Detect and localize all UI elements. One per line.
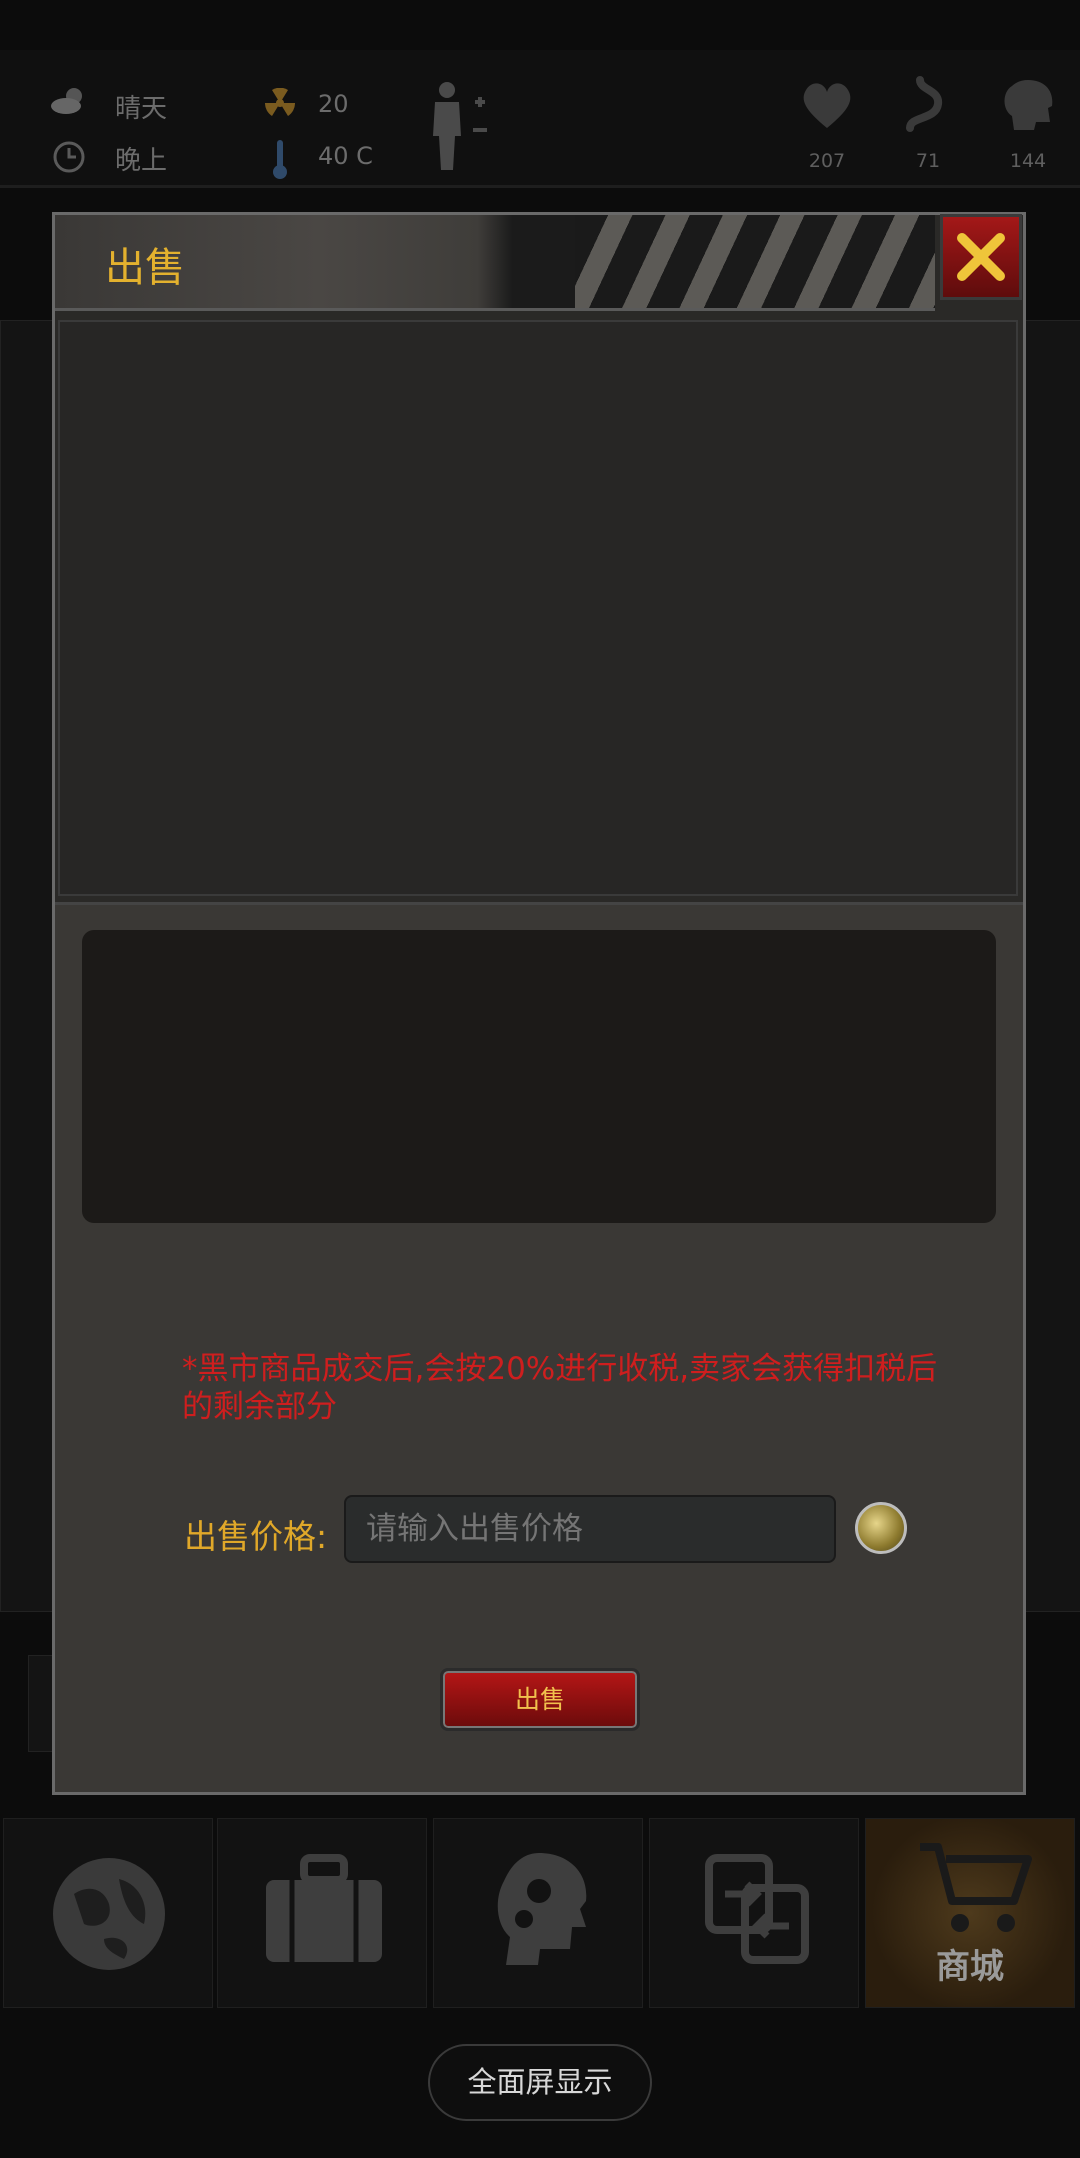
health-value: 207: [808, 150, 846, 172]
nav-shop-label: 商城: [936, 1947, 1004, 1987]
radiation-icon: [265, 88, 295, 116]
temperature-value: 40 C: [318, 142, 373, 170]
nav-world-map[interactable]: [3, 1818, 213, 2008]
close-x-icon: [957, 233, 1005, 281]
hazard-stripes: [575, 215, 935, 308]
nav-trade[interactable]: [649, 1818, 859, 2008]
status-bar: 晴天 晚上 20 40 C 207 71 144: [0, 50, 1080, 188]
shopping-cart-icon: [920, 1843, 1032, 1932]
fullscreen-button[interactable]: 全面屏显示: [428, 2044, 652, 2121]
body-status-icon[interactable]: [425, 80, 495, 175]
nav-inventory[interactable]: [217, 1818, 427, 2008]
radiation-value: 20: [318, 90, 349, 118]
trade-swap-icon: [705, 1854, 809, 1964]
suitcase-icon: [266, 1854, 382, 1962]
nav-skills[interactable]: [433, 1818, 643, 2008]
head-gears-icon: [497, 1853, 587, 1965]
stomach-icon: [906, 76, 943, 132]
mind-value: 144: [1009, 150, 1047, 172]
hunger-value: 71: [915, 150, 941, 172]
price-label: 出售价格:: [184, 1517, 328, 1556]
tax-notice: *黑市商品成交后,会按20%进行收税,卖家会获得扣税后的剩余部分: [182, 1351, 938, 1425]
dialog-title: 出售: [105, 245, 185, 291]
sell-button[interactable]: 出售: [440, 1668, 640, 1731]
time-label: 晚上: [115, 146, 168, 176]
dialog-title-bar: 出售: [55, 215, 935, 311]
thermometer-icon: [273, 140, 287, 179]
clock-icon: [53, 141, 85, 173]
close-button[interactable]: [940, 214, 1022, 300]
bottle-cap-coin-icon: [855, 1502, 907, 1554]
price-input[interactable]: [344, 1495, 836, 1563]
item-description-box: [82, 930, 996, 1223]
head-mind-icon: [1004, 80, 1053, 130]
nav-shop[interactable]: 商城: [865, 1818, 1075, 2008]
partly-sunny-icon: [51, 88, 82, 114]
world-map-icon: [53, 1858, 165, 1970]
item-display-area: [58, 320, 1018, 896]
weather-label: 晴天: [115, 94, 168, 124]
heart-icon: [803, 83, 851, 128]
